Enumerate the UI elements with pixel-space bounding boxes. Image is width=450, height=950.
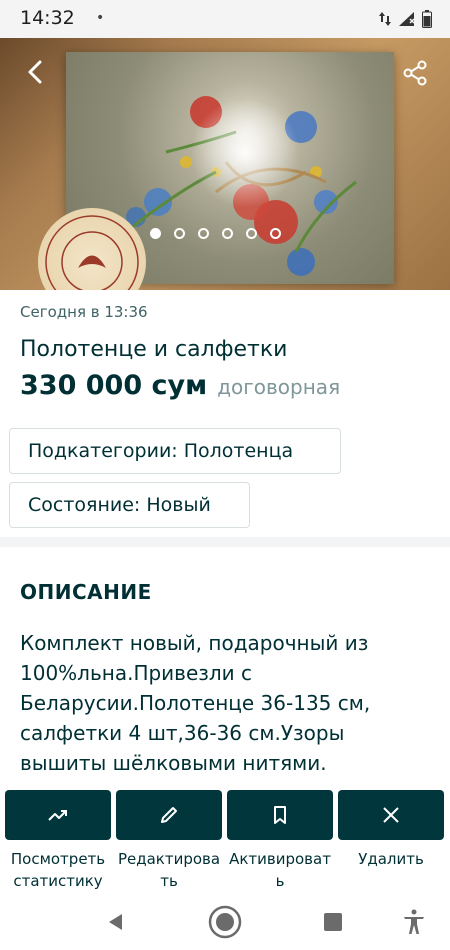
- accessibility-icon[interactable]: [396, 904, 432, 940]
- gallery-pagination: [150, 228, 281, 239]
- close-icon: [383, 807, 399, 823]
- section-divider: [0, 537, 450, 547]
- status-time: 14:32: [20, 7, 75, 29]
- back-triangle-icon[interactable]: [98, 904, 134, 940]
- label-line: ть: [160, 872, 178, 890]
- label-line: Посмотреть: [10, 850, 106, 868]
- home-circle-icon[interactable]: [207, 904, 243, 940]
- description-heading: ОПИСАНИЕ: [20, 580, 152, 604]
- tag-label: Состояние: Новый: [28, 494, 211, 516]
- pagination-dot-1[interactable]: [150, 228, 161, 239]
- battery-icon: [422, 10, 432, 28]
- trend-up-icon: [48, 810, 67, 821]
- pagination-dot-4[interactable]: [222, 228, 233, 239]
- activate-button[interactable]: [227, 790, 333, 840]
- tag-condition: Состояние: Новый: [9, 482, 250, 528]
- listing-title: Полотенце и салфетки: [20, 337, 288, 362]
- back-arrow-icon[interactable]: [22, 58, 50, 86]
- edit-button[interactable]: [116, 790, 222, 840]
- description-text: Комплект новый, подарочный из 100%льна.П…: [20, 631, 371, 775]
- status-icons: [378, 10, 432, 28]
- view-statistics-label[interactable]: Посмотреть статистику: [0, 848, 116, 892]
- listing-date: Сегодня в 13:36: [20, 303, 148, 321]
- view-statistics-button[interactable]: [5, 790, 111, 840]
- share-icon[interactable]: [402, 60, 428, 86]
- pagination-dot-2[interactable]: [174, 228, 185, 239]
- delete-button[interactable]: [338, 790, 444, 840]
- label-line: Редактирова: [117, 850, 221, 868]
- listing-image-gallery[interactable]: [0, 38, 450, 290]
- listing-price: 330 000 сум: [20, 370, 208, 401]
- pagination-dot-3[interactable]: [198, 228, 209, 239]
- negotiable-label: договорная: [217, 375, 341, 399]
- label-line: Активироват: [229, 850, 331, 868]
- delete-label[interactable]: Удалить: [333, 848, 449, 870]
- pencil-icon: [161, 807, 177, 823]
- edit-label[interactable]: Редактирова ть: [111, 848, 227, 892]
- tag-subcategory: Подкатегории: Полотенца: [9, 428, 341, 474]
- system-nav-bar: [0, 896, 450, 950]
- action-bar: Посмотреть статистику Редактирова ть Акт…: [0, 786, 450, 896]
- status-bar: 14:32 •: [0, 0, 450, 38]
- recents-square-icon[interactable]: [315, 904, 351, 940]
- brand-seal: [38, 208, 146, 290]
- pagination-dot-6[interactable]: [270, 228, 281, 239]
- signal-icon: [399, 12, 415, 26]
- activate-label[interactable]: Активироват ь: [222, 848, 338, 892]
- bookmark-icon: [274, 806, 286, 824]
- label-line: статистику: [13, 872, 103, 890]
- light-glare: [190, 98, 300, 208]
- tag-label: Подкатегории: Полотенца: [28, 440, 294, 462]
- label-line: ь: [275, 872, 285, 890]
- status-indicator: •: [96, 10, 105, 26]
- data-arrows-icon: [379, 12, 391, 26]
- price-row: 330 000 сум договорная: [20, 370, 340, 401]
- pagination-dot-5[interactable]: [246, 228, 257, 239]
- label-line: Удалить: [358, 850, 424, 868]
